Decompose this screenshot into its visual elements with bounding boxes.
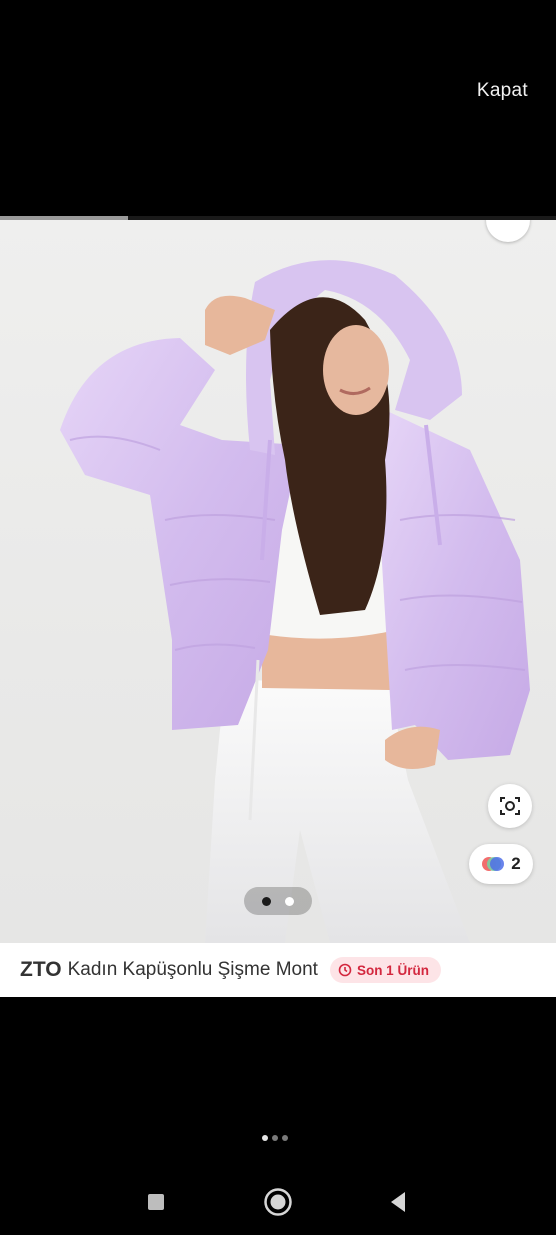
clock-icon: [338, 963, 352, 977]
color-variants-icon: [482, 857, 505, 871]
face: [323, 325, 389, 415]
product-image[interactable]: 2: [0, 220, 556, 943]
story-header: Kapat: [0, 0, 556, 218]
page-indicator: [262, 1135, 288, 1141]
close-button[interactable]: Kapat: [477, 80, 528, 102]
page-dot: [282, 1135, 288, 1141]
variant-count: 2: [511, 854, 521, 873]
product-title-bar[interactable]: ZTO Kadın Kapüşonlu Şişme Mont Son 1 Ürü…: [0, 943, 556, 997]
home-button[interactable]: [262, 1186, 294, 1218]
recents-button[interactable]: [140, 1186, 172, 1218]
back-button[interactable]: [382, 1186, 414, 1218]
model-photo: [60, 260, 530, 943]
brand-name: ZTO: [20, 958, 62, 981]
stock-badge-label: Son 1 Ürün: [356, 962, 429, 978]
visual-search-icon: [500, 797, 520, 815]
stock-badge: Son 1 Ürün: [329, 957, 441, 983]
carousel-dot[interactable]: [262, 896, 271, 906]
back-icon: [391, 1192, 405, 1212]
home-icon: [264, 1188, 292, 1216]
image-carousel-dots: [244, 887, 312, 915]
visual-search-button[interactable]: [488, 784, 532, 828]
recents-icon: [148, 1194, 164, 1210]
color-variants-button[interactable]: 2: [469, 844, 533, 884]
page-dot: [262, 1135, 268, 1141]
jacket-right: [380, 410, 530, 760]
carousel-dot[interactable]: [285, 896, 294, 906]
page-dot: [272, 1135, 278, 1141]
product-name: Kadın Kapüşonlu Şişme Mont: [67, 959, 318, 980]
system-navigation-bar: [0, 1170, 556, 1235]
